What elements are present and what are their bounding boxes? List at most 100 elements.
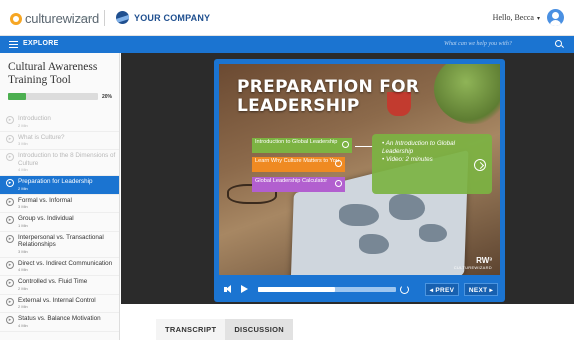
lesson-duration: 2 Min	[18, 285, 28, 291]
lesson-duration: 1 Min	[18, 222, 28, 228]
course-progress-fill	[8, 93, 26, 100]
search-input[interactable]: What can we help you with?	[444, 41, 512, 47]
play-icon[interactable]	[241, 285, 248, 293]
arrow-right-icon[interactable]	[474, 159, 486, 171]
company-name: YOUR COMPANY	[134, 12, 211, 23]
lesson-title: Direct vs. Indirect Communication	[18, 259, 113, 267]
network-icon	[335, 160, 342, 167]
lesson-title: Status vs. Balance Motivation	[18, 315, 101, 322]
play-circle-icon: ▸	[6, 297, 14, 306]
video-title: PREPARATION FOR LEADERSHIP	[237, 77, 420, 116]
play-circle-icon: ▸	[6, 260, 14, 269]
rw3-logo-main: RW³	[476, 256, 492, 265]
next-button[interactable]: NEXT ▸	[464, 283, 498, 296]
lesson-title: Introduction to the 8 Dimensions of Cult…	[18, 152, 116, 167]
map-shape	[359, 234, 389, 254]
user-head-icon	[552, 12, 559, 19]
tab-discussion[interactable]: DISCUSSION	[225, 319, 294, 340]
company-globe-icon	[116, 11, 129, 24]
lesson-item[interactable]: ▸ Introduction to the 8 Dimensions of Cul…	[0, 150, 119, 176]
rw3-logo: RW³ CULTUREWIZARD	[453, 256, 492, 271]
lesson-title: Interpersonal vs. Transactional Relation…	[18, 233, 104, 249]
video-controls: ◂ PREV NEXT ▸	[219, 282, 500, 297]
lesson-title: Group vs. Individual	[18, 215, 74, 222]
prev-button[interactable]: ◂ PREV	[425, 283, 459, 296]
lesson-title: Preparation for Leadership	[18, 178, 93, 185]
header-divider	[104, 10, 105, 26]
play-circle-icon: ▸	[6, 134, 14, 143]
lesson-item[interactable]: ▸ Interpersonal vs. Transactional Relatio…	[0, 232, 119, 258]
lesson-title: Formal vs. Informal	[18, 196, 72, 204]
user-menu[interactable]: Hello, Becca ▾	[493, 13, 540, 22]
play-circle-icon: ▸	[6, 197, 14, 206]
map-shape	[389, 194, 425, 220]
lesson-duration: 3 Min	[18, 141, 28, 146]
greeting-text: Hello, Becca	[492, 13, 534, 22]
replay-icon[interactable]	[400, 285, 409, 294]
lesson-item[interactable]: ▸ Status vs. Balance Motivation 4 Min	[0, 313, 119, 332]
callout-line: • Video: 2 minutes	[382, 156, 433, 163]
user-body-icon	[550, 20, 561, 26]
course-title: Cultural Awareness Training Tool	[8, 61, 98, 86]
content-tabs: TRANSCRIPT DISCUSSION	[156, 319, 294, 340]
video-scene[interactable]: PREPARATION FOR LEADERSHIP Introduction …	[219, 64, 500, 275]
play-circle-icon: ▸	[6, 153, 14, 161]
hamburger-menu-icon[interactable]	[9, 41, 18, 48]
lesson-item[interactable]: ▸ Direct vs. Indirect Communication 4 Min	[0, 258, 119, 276]
lesson-duration: 2 Min	[18, 304, 28, 309]
nav-bar: EXPLORE What can we help you with?	[0, 36, 574, 53]
lesson-item[interactable]: ▸ What is Culture? 3 Min	[0, 132, 119, 150]
play-circle-icon: ▸	[6, 316, 14, 324]
play-circle-icon: ▸	[6, 234, 14, 243]
menu-item-why-culture-matters[interactable]: Learn Why Culture Matters to You	[252, 157, 345, 172]
lesson-item[interactable]: ▸ Formal vs. Informal 3 Min	[0, 195, 119, 213]
play-circle-icon: ▸	[6, 216, 14, 224]
lesson-title: External vs. Internal Control	[18, 296, 96, 304]
lesson-duration: 2 Min	[18, 185, 28, 191]
playback-progress-fill	[258, 287, 336, 292]
course-progress-label: 20%	[102, 94, 113, 100]
lesson-item[interactable]: ▸ External vs. Internal Control 2 Min	[0, 295, 119, 313]
video-area: PREPARATION FOR LEADERSHIP Introduction …	[121, 53, 574, 304]
rw3-logo-sub: CULTUREWIZARD	[453, 265, 492, 270]
tab-transcript[interactable]: TRANSCRIPT	[156, 319, 226, 340]
play-circle-icon: ▸	[6, 116, 14, 124]
lesson-list: ▸ Introduction 2 Min ▸ What is Culture? 3 Min…	[0, 113, 119, 332]
logo-subtext: by RW3	[78, 15, 93, 20]
volume-icon[interactable]	[223, 284, 234, 295]
lesson-title: Introduction	[18, 115, 51, 122]
lesson-item[interactable]: ▸ Preparation for Leadership 2 Min	[0, 176, 119, 195]
callout-line: • An Introduction to Global Leadership	[382, 140, 456, 155]
lesson-duration: 3 Min	[18, 204, 28, 209]
lesson-item[interactable]: ▸ Group vs. Individual 1 Min	[0, 213, 119, 232]
course-progress-bar	[8, 93, 98, 100]
explore-button[interactable]: EXPLORE	[23, 40, 59, 47]
top-header: culturewizard by RW3 YOUR COMPANY Hello,…	[0, 0, 574, 36]
main-content: PREPARATION FOR LEADERSHIP Introduction …	[121, 53, 574, 340]
lesson-item[interactable]: ▸ Controlled vs. Fluid Time 2 Min	[0, 276, 119, 295]
menu-item-label: Learn Why Culture Matters to You	[255, 158, 339, 164]
lesson-item[interactable]: ▸ Introduction 2 Min	[0, 113, 119, 132]
gear-icon	[335, 180, 342, 187]
company-logo[interactable]: YOUR COMPANY	[116, 11, 210, 24]
search-icon[interactable]	[555, 40, 562, 47]
lesson-title: Controlled vs. Fluid Time	[18, 278, 88, 285]
menu-item-label: Global Leadership Calculator	[255, 178, 328, 184]
map-shape	[339, 204, 379, 226]
lesson-duration: 2 Min	[18, 122, 28, 128]
map-shape	[419, 224, 447, 242]
logo-icon	[10, 12, 22, 25]
menu-item-leadership-calculator[interactable]: Global Leadership Calculator	[252, 177, 345, 192]
playback-progress-bar[interactable]	[258, 287, 396, 292]
menu-item-intro-global-leadership[interactable]: Introduction to Global Leadership	[252, 138, 352, 153]
eye-icon	[342, 141, 349, 148]
menu-item-label: Introduction to Global Leadership	[255, 139, 338, 145]
avatar[interactable]	[547, 9, 564, 26]
info-callout: • An Introduction to Global Leadership •…	[372, 134, 492, 194]
chevron-down-icon: ▾	[536, 16, 540, 22]
course-sidebar: Cultural Awareness Training Tool 20% ▸ In…	[0, 53, 120, 340]
lesson-duration: 4 Min	[18, 322, 28, 328]
lesson-title: What is Culture?	[18, 133, 65, 141]
play-circle-icon: ▸	[6, 279, 14, 287]
lesson-duration: 4 Min	[18, 267, 28, 272]
